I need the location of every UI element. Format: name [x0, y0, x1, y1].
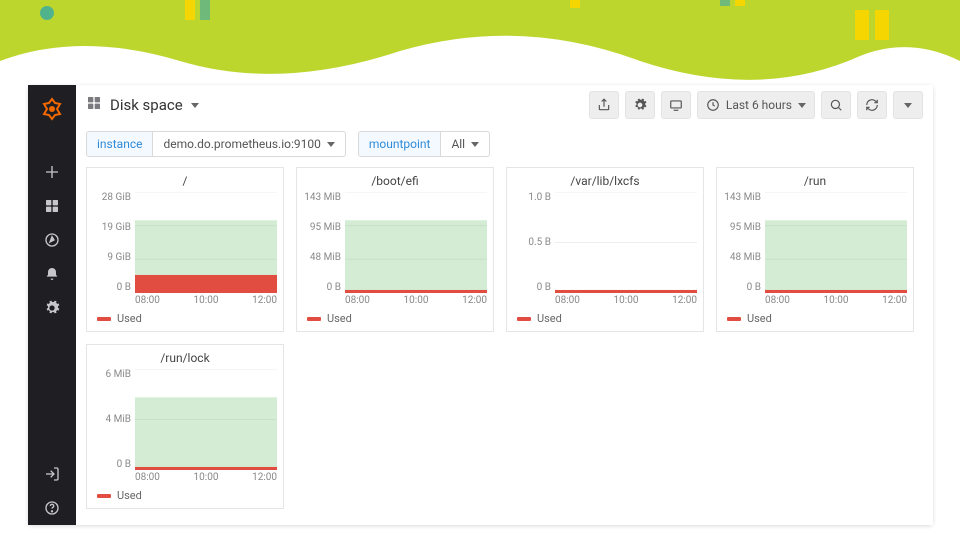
- app-frame: Disk space Last 6 hours: [28, 85, 933, 525]
- nav-dashboards-icon[interactable]: [28, 189, 76, 223]
- dashboard-icon: [86, 95, 102, 115]
- chevron-down-icon: [904, 103, 912, 108]
- panel-grid: /28 GiB19 GiB9 GiB0 B08:0010:0012:00Used…: [76, 167, 933, 519]
- nav-explore-icon[interactable]: [28, 223, 76, 257]
- legend-swatch: [307, 317, 321, 321]
- legend-swatch: [97, 494, 111, 498]
- sidebar: [28, 85, 76, 525]
- chevron-down-icon: [191, 103, 199, 108]
- x-axis: 08:0010:0012:00: [297, 293, 493, 308]
- legend-label: Used: [747, 312, 772, 325]
- variable-label: instance: [87, 132, 153, 156]
- time-range-label: Last 6 hours: [726, 98, 792, 112]
- y-axis: 6 MiB4 MiB0 B: [93, 369, 135, 470]
- chart-plot[interactable]: [765, 192, 907, 293]
- nav-alerting-icon[interactable]: [28, 257, 76, 291]
- chevron-down-icon: [327, 142, 335, 147]
- legend-label: Used: [537, 312, 562, 325]
- panel-legend[interactable]: Used: [717, 308, 913, 331]
- panel[interactable]: /run143 MiB95 MiB48 MiB0 B08:0010:0012:0…: [716, 167, 914, 332]
- panel-title: /boot/efi: [297, 168, 493, 190]
- variable-value-text: All: [451, 137, 465, 151]
- refresh-button[interactable]: [857, 91, 887, 119]
- nav-create-icon[interactable]: [28, 155, 76, 189]
- panel-title: /run: [717, 168, 913, 190]
- chart-plot[interactable]: [555, 192, 697, 293]
- grafana-logo-icon[interactable]: [40, 97, 64, 125]
- x-axis: 08:0010:0012:00: [507, 293, 703, 308]
- legend-swatch: [517, 317, 531, 321]
- panel[interactable]: /boot/efi143 MiB95 MiB48 MiB0 B08:0010:0…: [296, 167, 494, 332]
- dashboard-title-dropdown[interactable]: Disk space: [86, 95, 199, 115]
- dashboard-title: Disk space: [110, 96, 183, 114]
- variable-instance-value[interactable]: demo.do.prometheus.io:9100: [153, 132, 344, 156]
- nav-config-icon[interactable]: [28, 291, 76, 325]
- x-axis: 08:0010:0012:00: [87, 293, 283, 308]
- x-axis: 08:0010:0012:00: [87, 470, 283, 485]
- legend-label: Used: [117, 312, 142, 325]
- variable-mountpoint: mountpoint All: [358, 131, 490, 157]
- nav-help-icon[interactable]: [28, 491, 76, 525]
- main-area: Disk space Last 6 hours: [76, 85, 933, 525]
- time-range-picker[interactable]: Last 6 hours: [697, 91, 815, 119]
- variable-value-text: demo.do.prometheus.io:9100: [163, 137, 320, 151]
- panel-legend[interactable]: Used: [297, 308, 493, 331]
- legend-swatch: [727, 317, 741, 321]
- panel-legend[interactable]: Used: [87, 308, 283, 331]
- legend-swatch: [97, 317, 111, 321]
- topbar: Disk space Last 6 hours: [76, 85, 933, 125]
- panel-title: /run/lock: [87, 345, 283, 367]
- zoom-out-button[interactable]: [821, 91, 851, 119]
- variable-bar: instance demo.do.prometheus.io:9100 moun…: [76, 125, 933, 167]
- panel[interactable]: /var/lib/lxcfs1.0 B0.5 B0 B08:0010:0012:…: [506, 167, 704, 332]
- legend-label: Used: [327, 312, 352, 325]
- panel-title: /var/lib/lxcfs: [507, 168, 703, 190]
- chevron-down-icon: [471, 142, 479, 147]
- panel[interactable]: /28 GiB19 GiB9 GiB0 B08:0010:0012:00 Used: [86, 167, 284, 332]
- chart-plot[interactable]: [135, 192, 277, 293]
- y-axis: 28 GiB19 GiB9 GiB0 B: [93, 192, 135, 293]
- cycle-view-button[interactable]: [661, 91, 691, 119]
- panel[interactable]: /run/lock6 MiB4 MiB0 B08:0010:0012:00 Use…: [86, 344, 284, 509]
- x-axis: 08:0010:0012:00: [717, 293, 913, 308]
- y-axis: 143 MiB95 MiB48 MiB0 B: [303, 192, 345, 293]
- variable-instance: instance demo.do.prometheus.io:9100: [86, 131, 346, 157]
- variable-mountpoint-value[interactable]: All: [441, 132, 489, 156]
- settings-button[interactable]: [625, 91, 655, 119]
- chevron-down-icon: [798, 103, 806, 108]
- nav-signin-icon[interactable]: [28, 457, 76, 491]
- legend-label: Used: [117, 489, 142, 502]
- chart-plot[interactable]: [345, 192, 487, 293]
- variable-label: mountpoint: [359, 132, 442, 156]
- panel-title: /: [87, 168, 283, 190]
- chart-plot[interactable]: [135, 369, 277, 470]
- page-decoration: [0, 0, 960, 90]
- y-axis: 1.0 B0.5 B0 B: [513, 192, 555, 293]
- refresh-interval-picker[interactable]: [893, 91, 923, 119]
- panel-legend[interactable]: Used: [507, 308, 703, 331]
- panel-legend[interactable]: Used: [87, 485, 283, 508]
- y-axis: 143 MiB95 MiB48 MiB0 B: [723, 192, 765, 293]
- share-button[interactable]: [589, 91, 619, 119]
